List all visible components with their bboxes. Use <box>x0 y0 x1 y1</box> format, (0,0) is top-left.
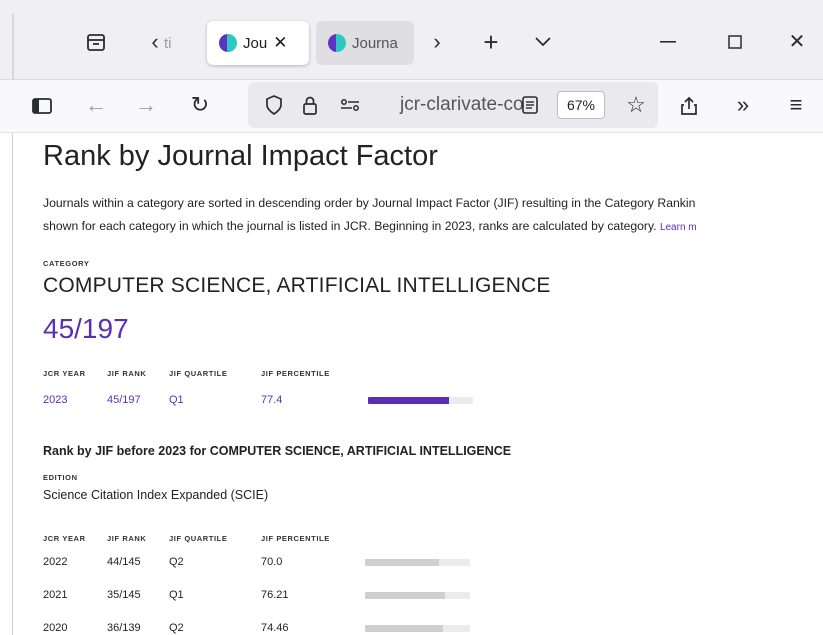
tab-collapsed[interactable]: ti <box>164 21 194 65</box>
share-icon[interactable] <box>676 93 702 119</box>
url-text[interactable]: jcr-clarivate-co <box>400 94 524 116</box>
col-header-quartile: JIF QUARTILE <box>169 534 228 543</box>
col-header-rank: JIF RANK <box>107 534 147 543</box>
row-quartile: Q2 <box>169 556 184 568</box>
navigation-toolbar: ← → ↻ jcr-clarivate-co 67% ☆ » ≡ <box>0 80 823 133</box>
row-percentile: 74.46 <box>261 622 289 634</box>
category-label: CATEGORY <box>43 259 90 268</box>
row-quartile: Q2 <box>169 622 184 634</box>
chevron-left-icon[interactable]: ‹ <box>145 30 165 54</box>
percentile-bar-fill <box>365 592 446 599</box>
intro-line-2: shown for each category in which the jou… <box>43 215 697 239</box>
tab-active[interactable]: Jou ✕ <box>207 21 309 65</box>
row-year: 2023 <box>43 394 68 406</box>
reload-icon[interactable]: ↻ <box>188 93 212 117</box>
row-quartile: Q1 <box>169 589 184 601</box>
back-icon[interactable]: ← <box>84 93 108 117</box>
window-edge <box>12 14 14 79</box>
col-header-year: JCR YEAR <box>43 534 86 543</box>
row-rank: 44/145 <box>107 556 141 568</box>
overflow-menu-icon[interactable]: » <box>731 93 755 117</box>
row-percentile: 77.4 <box>261 394 283 406</box>
sidebar-icon[interactable] <box>30 94 54 118</box>
intro-line-2-text: shown for each category in which the jou… <box>43 219 657 233</box>
clarivate-logo-icon <box>328 34 346 52</box>
bookmark-star-icon[interactable]: ☆ <box>623 92 649 118</box>
row-percentile: 76.21 <box>261 589 289 601</box>
row-percentile: 70.0 <box>261 556 283 568</box>
page-edge <box>12 133 13 635</box>
close-window-icon[interactable]: ✕ <box>785 30 809 54</box>
url-bar[interactable]: jcr-clarivate-co 67% ☆ <box>248 82 658 128</box>
minimize-icon[interactable] <box>656 30 680 54</box>
intro-line-1: Journals within a category are sorted in… <box>43 196 696 210</box>
tab-label: ti <box>164 34 172 52</box>
col-header-quartile: JIF QUARTILE <box>169 369 228 378</box>
row-year: 2020 <box>43 622 68 634</box>
chevron-right-icon[interactable]: › <box>427 30 447 54</box>
reader-view-icon[interactable] <box>518 93 542 117</box>
clarivate-logo-icon <box>219 34 237 52</box>
category-name: COMPUTER SCIENCE, ARTIFICIAL INTELLIGENC… <box>43 274 551 297</box>
forward-icon[interactable]: → <box>134 93 158 117</box>
percentile-bar <box>365 559 470 566</box>
row-year: 2022 <box>43 556 68 568</box>
learn-more-link[interactable]: Learn m <box>660 222 697 233</box>
row-quartile: Q1 <box>169 394 184 406</box>
page-title: Rank by Journal Impact Factor <box>43 140 438 172</box>
col-header-percentile: JIF PERCENTILE <box>261 369 330 378</box>
permissions-icon[interactable] <box>338 93 362 117</box>
shield-icon[interactable] <box>262 93 286 117</box>
tab-inactive[interactable]: Journa <box>316 21 414 65</box>
percentile-bar <box>368 397 473 404</box>
col-header-year: JCR YEAR <box>43 369 86 378</box>
history-heading: Rank by JIF before 2023 for COMPUTER SCI… <box>43 444 512 458</box>
tab-label: Journa <box>352 34 398 52</box>
col-header-percentile: JIF PERCENTILE <box>261 534 330 543</box>
percentile-bar <box>365 625 470 632</box>
row-rank: 35/145 <box>107 589 141 601</box>
row-year: 2021 <box>43 589 68 601</box>
zoom-level-button[interactable]: 67% <box>557 91 605 119</box>
edition-label: EDITION <box>43 473 78 482</box>
percentile-bar <box>365 592 470 599</box>
tab-label: Jou <box>243 34 268 52</box>
new-tab-icon[interactable]: + <box>478 29 504 55</box>
tab-strip: ‹ ti Jou ✕ Journa › + ✕ <box>0 0 823 80</box>
hamburger-menu-icon[interactable]: ≡ <box>784 93 808 117</box>
tab-overview-icon[interactable] <box>84 30 108 54</box>
percentile-bar-fill <box>365 559 439 566</box>
col-header-rank: JIF RANK <box>107 369 147 378</box>
tab-list-icon[interactable] <box>532 30 554 54</box>
close-icon[interactable]: ✕ <box>273 33 287 53</box>
lock-icon[interactable] <box>298 93 322 117</box>
edition-value: Science Citation Index Expanded (SCIE) <box>43 488 269 502</box>
row-rank: 45/197 <box>107 394 141 406</box>
percentile-bar-fill <box>368 397 450 404</box>
maximize-icon[interactable] <box>723 30 747 54</box>
row-rank: 36/139 <box>107 622 141 634</box>
current-rank: 45/197 <box>43 313 129 344</box>
percentile-bar-fill <box>365 625 444 632</box>
intro-text: Journals within a category are sorted in… <box>43 192 697 239</box>
